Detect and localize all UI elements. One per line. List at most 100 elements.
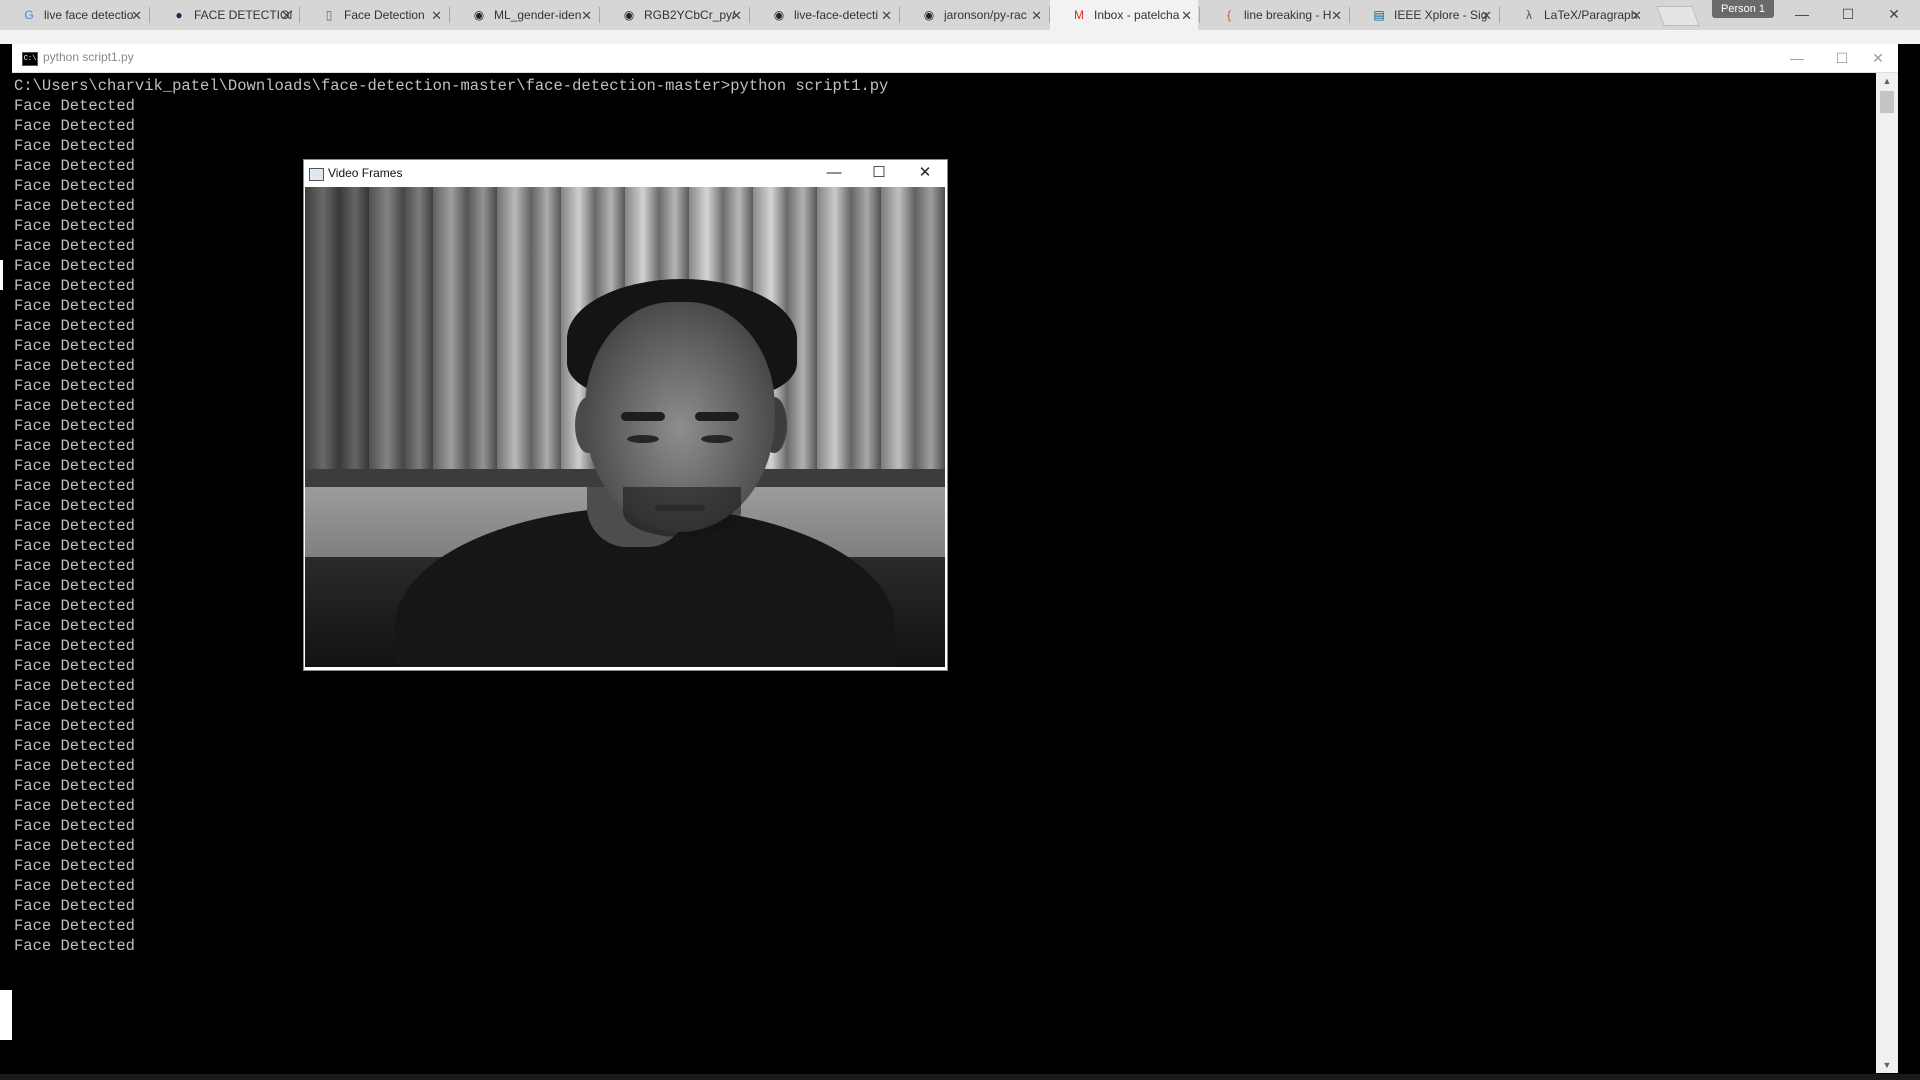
tab-close-icon[interactable]: ✕ bbox=[1631, 8, 1642, 24]
webcam-video-frame bbox=[305, 187, 945, 667]
tab-close-icon[interactable]: ✕ bbox=[431, 8, 442, 24]
tab-separator bbox=[899, 7, 900, 23]
browser-toolbar-edge bbox=[0, 30, 1920, 44]
scroll-down-arrow-icon[interactable]: ▼ bbox=[1876, 1057, 1898, 1073]
browser-tab-title: jaronson/py-rac bbox=[944, 8, 1027, 22]
google-icon: G bbox=[24, 8, 34, 22]
eclipse-icon: ● bbox=[175, 8, 183, 22]
github-icon: ◉ bbox=[623, 8, 635, 22]
person-beard bbox=[623, 487, 741, 537]
browser-tab[interactable]: Glive face detectio ✕ bbox=[0, 0, 148, 30]
video-frames-title: Video Frames bbox=[328, 166, 403, 180]
console-output-line: Face Detected bbox=[14, 717, 135, 735]
console-scrollbar[interactable]: ▲ ▼ bbox=[1876, 73, 1898, 1073]
latex-icon: λ bbox=[1526, 8, 1532, 22]
console-output-line: Face Detected bbox=[14, 857, 135, 875]
console-output-line: Face Detected bbox=[14, 877, 135, 895]
tab-separator bbox=[749, 7, 750, 23]
browser-tab[interactable]: M Inbox - patelcha ✕ bbox=[1050, 0, 1198, 30]
tab-close-icon[interactable]: ✕ bbox=[1331, 8, 1342, 24]
console-output-line: Face Detected bbox=[14, 97, 135, 115]
browser-restore-button[interactable]: ☐ bbox=[1826, 0, 1870, 28]
ieee-icon: ▤ bbox=[1373, 8, 1385, 22]
video-minimize-button[interactable]: — bbox=[812, 162, 856, 184]
profile-button[interactable]: Person 1 bbox=[1712, 0, 1774, 18]
browser-tab-title: line breaking - H bbox=[1244, 8, 1332, 22]
console-output-line: Face Detected bbox=[14, 137, 135, 155]
person-right-brow bbox=[695, 412, 739, 421]
console-close-button[interactable]: ✕ bbox=[1858, 48, 1898, 68]
person-mouth bbox=[655, 505, 705, 511]
stackoverflow-icon: { bbox=[1226, 8, 1231, 22]
browser-tab-title: live face detectio bbox=[44, 8, 134, 22]
tab-close-icon[interactable]: ✕ bbox=[281, 8, 292, 24]
console-output-line: Face Detected bbox=[14, 677, 135, 695]
console-output-line: Face Detected bbox=[14, 777, 135, 795]
tab-close-icon[interactable]: ✕ bbox=[1181, 8, 1192, 24]
console-command-line: C:\Users\charvik_patel\Downloads\face-de… bbox=[14, 77, 889, 95]
console-minimize-button[interactable]: — bbox=[1777, 48, 1817, 68]
new-tab-button[interactable] bbox=[1656, 6, 1700, 26]
tab-separator bbox=[149, 7, 150, 23]
tab-separator bbox=[1049, 7, 1050, 23]
browser-close-button[interactable]: ✕ bbox=[1872, 0, 1916, 28]
taskbar-edge bbox=[0, 1074, 1920, 1080]
tab-close-icon[interactable]: ✕ bbox=[731, 8, 742, 24]
browser-tab[interactable]: ▯ Face Detection ✕ bbox=[300, 0, 448, 30]
tab-separator bbox=[1499, 7, 1500, 23]
console-app-icon: C:\ bbox=[22, 52, 38, 66]
console-output-line: Face Detected bbox=[14, 757, 135, 775]
window-app-icon bbox=[309, 168, 324, 181]
background-window-edge bbox=[0, 990, 12, 1040]
tab-separator bbox=[1199, 7, 1200, 23]
browser-tab[interactable]: ◉ RGB2YCbCr_py/✕ bbox=[600, 0, 748, 30]
desktop-edge-marker bbox=[0, 260, 3, 290]
video-frames-window: Video Frames — ☐ ✕ bbox=[303, 159, 948, 671]
tab-close-icon[interactable]: ✕ bbox=[881, 8, 892, 24]
console-output-line: Face Detected bbox=[14, 737, 135, 755]
browser-tab-title: Face Detection bbox=[344, 8, 425, 22]
video-maximize-button[interactable]: ☐ bbox=[857, 162, 901, 184]
browser-tab-title: Inbox - patelcha bbox=[1094, 8, 1180, 22]
scroll-thumb[interactable] bbox=[1880, 91, 1894, 113]
browser-tab[interactable]: λ LaTeX/Paragraph ✕ bbox=[1500, 0, 1648, 30]
browser-tab-title: IEEE Xplore - Sig bbox=[1394, 8, 1488, 22]
console-maximize-button[interactable]: ☐ bbox=[1822, 48, 1862, 68]
console-output-line: Face Detected bbox=[14, 817, 135, 835]
browser-tab[interactable]: ◉ jaronson/py-rac ✕ bbox=[900, 0, 1048, 30]
tab-close-icon[interactable]: ✕ bbox=[131, 8, 142, 24]
tab-close-icon[interactable]: ✕ bbox=[581, 8, 592, 24]
console-window: C:\ python script1.py — ☐ ✕ C:\Users\cha… bbox=[12, 44, 1898, 1080]
github-icon: ◉ bbox=[773, 8, 785, 22]
console-title: python script1.py bbox=[43, 50, 134, 64]
video-frames-title-bar[interactable]: Video Frames — ☐ ✕ bbox=[304, 160, 947, 187]
tab-separator bbox=[299, 7, 300, 23]
gmail-icon: M bbox=[1074, 8, 1084, 22]
tab-close-icon[interactable]: ✕ bbox=[1481, 8, 1492, 24]
console-output-line: Face Detected bbox=[14, 797, 135, 815]
tab-separator bbox=[599, 7, 600, 23]
browser-tab[interactable]: { line breaking - H ✕ bbox=[1200, 0, 1348, 30]
browser-tab[interactable]: ● FACE DETECTION ✕ bbox=[150, 0, 298, 30]
console-title-bar[interactable]: C:\ python script1.py — ☐ ✕ bbox=[12, 44, 1898, 73]
browser-minimize-button[interactable]: — bbox=[1780, 0, 1824, 28]
console-output-line: Face Detected bbox=[14, 897, 135, 915]
browser-tab[interactable]: ◉ ML_gender-iden ✕ bbox=[450, 0, 598, 30]
browser-tab-title: LaTeX/Paragraph bbox=[1544, 8, 1638, 22]
browser-tab[interactable]: ▤ IEEE Xplore - Sig ✕ bbox=[1350, 0, 1498, 30]
console-output-line: Face Detected bbox=[14, 917, 135, 935]
tab-separator bbox=[1349, 7, 1350, 23]
tab-separator bbox=[449, 7, 450, 23]
github-icon: ◉ bbox=[473, 8, 485, 22]
console-output-line: Face Detected bbox=[14, 837, 135, 855]
person-right-eye bbox=[701, 435, 733, 443]
video-close-button[interactable]: ✕ bbox=[903, 162, 947, 184]
browser-tab-title: ML_gender-iden bbox=[494, 8, 582, 22]
scroll-up-arrow-icon[interactable]: ▲ bbox=[1876, 73, 1898, 89]
browser-tab-title: FACE DETECTION bbox=[194, 8, 292, 22]
console-output-line: Face Detected bbox=[14, 937, 135, 955]
browser-tab-title: RGB2YCbCr_py/ bbox=[644, 8, 736, 22]
browser-tab[interactable]: ◉ live-face-detecti ✕ bbox=[750, 0, 898, 30]
person-left-eye bbox=[627, 435, 659, 443]
tab-close-icon[interactable]: ✕ bbox=[1031, 8, 1042, 24]
